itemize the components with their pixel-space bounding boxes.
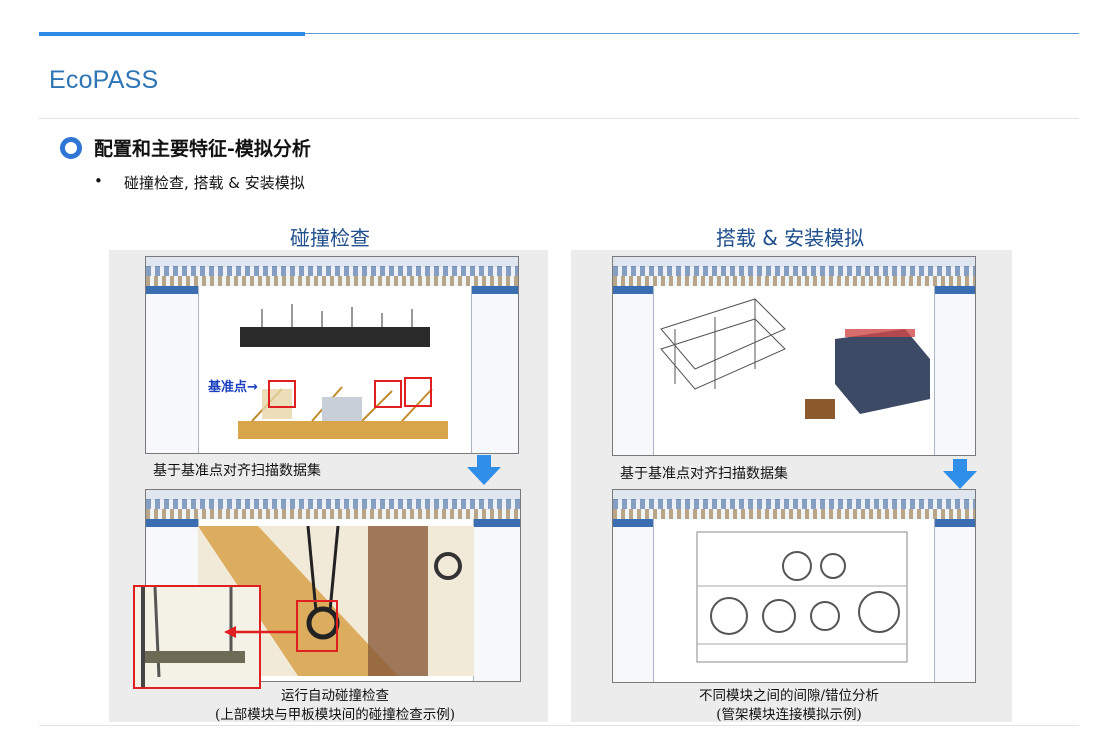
left-caption-bottom-2: (上部模块与甲板模块间的碰撞检查示例)	[214, 707, 456, 723]
left-caption-top: 基于基准点对齐扫描数据集	[153, 463, 321, 479]
bullet-dot-icon: •	[94, 172, 103, 190]
header-divider	[39, 118, 1079, 119]
piperack-scan-image	[696, 531, 908, 663]
assembly-scan-image	[660, 298, 930, 419]
reference-point-box	[268, 380, 296, 408]
left-screenshot-top: 基准点→	[145, 256, 519, 454]
top-accent-bar	[39, 32, 305, 36]
left-panel-title: 碰撞检查	[290, 226, 370, 250]
right-panel-title: 搭载 & 安装模拟	[715, 226, 865, 250]
right-screenshot-top	[612, 256, 976, 456]
bullet-text: 碰撞检查, 搭载 & 安装模拟	[124, 174, 305, 192]
ring-bullet-icon	[60, 136, 82, 159]
brand-title: EcoPASS	[49, 66, 159, 94]
reference-point-box	[374, 380, 402, 408]
right-caption-bottom-1: 不同模块之间的间隙/错位分析	[698, 688, 880, 704]
collision-box	[296, 600, 338, 652]
bullet-item: • 碰撞检查, 搭载 & 安装模拟	[94, 172, 305, 193]
reference-point-label: 基准点→	[208, 380, 258, 395]
right-screenshot-bottom	[612, 489, 976, 683]
down-arrow-icon	[467, 455, 501, 485]
right-caption-top: 基于基准点对齐扫描数据集	[620, 466, 788, 482]
zoom-pointer-arrow-icon	[224, 626, 296, 638]
right-caption-bottom-2: (管架模块连接模拟示例)	[716, 707, 862, 723]
module-scan-image	[238, 304, 448, 439]
footer-divider	[39, 725, 1079, 726]
down-arrow-icon	[943, 459, 977, 489]
section-heading: 配置和主要特征-模拟分析	[60, 134, 311, 161]
heading-text: 配置和主要特征-模拟分析	[94, 138, 311, 160]
reference-point-box	[404, 377, 432, 407]
left-caption-bottom-1: 运行自动碰撞检查	[281, 688, 389, 704]
